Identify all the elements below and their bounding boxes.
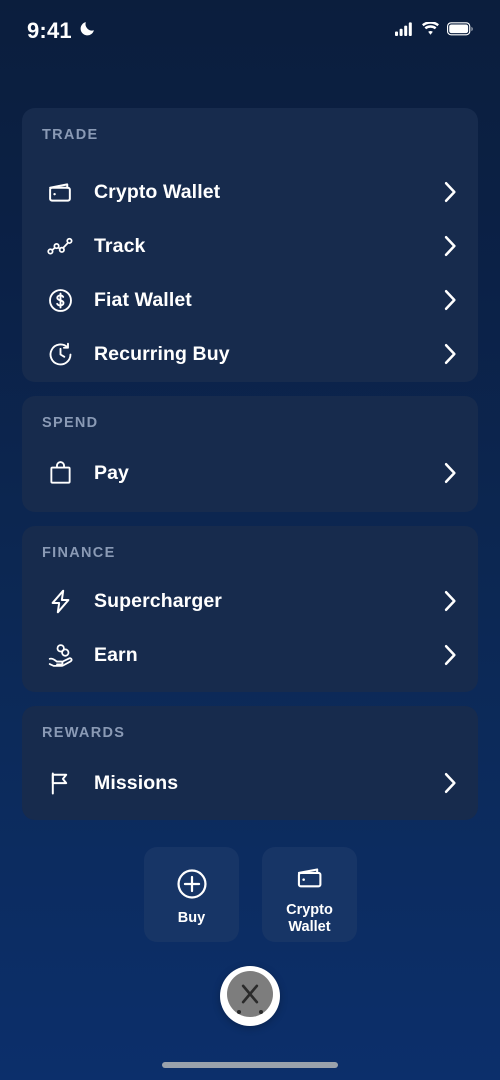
menu-item-label: Pay <box>94 461 129 484</box>
menu-item-earn[interactable]: Earn <box>22 628 478 682</box>
line-chart-dots-icon <box>44 230 76 262</box>
menu-item-crypto-wallet[interactable]: Crypto Wallet <box>22 165 478 219</box>
section-card-trade: TRADE Crypto Wallet Track Fiat Wallet Re… <box>22 108 478 382</box>
menu-item-label: Crypto Wallet <box>94 180 221 203</box>
status-bar-left: 9:41 <box>27 18 96 44</box>
status-bar: 9:41 <box>0 0 500 62</box>
menu-item-label: Fiat Wallet <box>94 288 192 311</box>
menu-item-fiat-wallet[interactable]: Fiat Wallet <box>22 273 478 327</box>
hand-coins-icon <box>44 639 76 671</box>
chevron-right-icon <box>440 343 460 365</box>
chevron-right-icon <box>440 590 460 612</box>
chevron-right-icon <box>440 181 460 203</box>
dollar-circle-icon <box>44 284 76 316</box>
clock-refresh-icon <box>44 338 76 370</box>
chevron-right-icon <box>440 289 460 311</box>
menu-item-track[interactable]: Track <box>22 219 478 273</box>
menu-item-label: Recurring Buy <box>94 342 230 365</box>
section-label-finance: FINANCE <box>42 545 116 561</box>
shopping-bag-icon <box>44 457 76 489</box>
home-indicator <box>162 1062 338 1068</box>
section-label-rewards: REWARDS <box>42 725 126 741</box>
section-label-spend: SPEND <box>42 415 99 431</box>
floating-close-button[interactable] <box>220 966 280 1026</box>
chevron-right-icon <box>440 644 460 666</box>
section-label-trade: TRADE <box>42 127 99 143</box>
wallet-icon <box>44 176 76 208</box>
battery-full-icon <box>447 21 474 41</box>
menu-item-supercharger[interactable]: Supercharger <box>22 574 478 628</box>
menu-item-label: Track <box>94 234 146 257</box>
app-screen: 9:41 TRADE Crypto Wallet Track Fiat Wall… <box>0 0 500 1080</box>
quick-action-buy[interactable]: Buy <box>144 847 239 942</box>
quick-action-label: Buy <box>177 910 206 927</box>
menu-item-label: Supercharger <box>94 589 222 612</box>
section-card-rewards: REWARDS Missions <box>22 706 478 820</box>
cellular-bars-icon <box>395 21 414 41</box>
lightning-bolt-icon <box>44 585 76 617</box>
menu-item-pay[interactable]: Pay <box>22 446 478 500</box>
status-bar-time: 9:41 <box>27 18 72 43</box>
menu-item-recurring-buy[interactable]: Recurring Buy <box>22 327 478 381</box>
quick-action-label-line2: Wallet <box>288 919 331 935</box>
status-bar-right <box>395 20 474 41</box>
wifi-icon <box>421 20 440 41</box>
wallet-icon <box>295 853 325 893</box>
fab-dots <box>220 1010 280 1014</box>
flag-icon <box>44 767 76 799</box>
chevron-right-icon <box>440 462 460 484</box>
section-card-spend: SPEND Pay <box>22 396 478 512</box>
crescent-moon-icon <box>79 20 96 42</box>
menu-item-missions[interactable]: Missions <box>22 756 478 810</box>
chevron-right-icon <box>440 235 460 257</box>
chevron-right-icon <box>440 772 460 794</box>
quick-action-label: Crypto Wallet <box>286 902 333 936</box>
menu-item-label: Missions <box>94 771 179 794</box>
menu-item-label: Earn <box>94 643 138 666</box>
plus-circle-icon <box>175 861 209 901</box>
quick-action-label-line1: Crypto <box>286 901 333 918</box>
quick-action-crypto-wallet[interactable]: Crypto Wallet <box>262 847 357 942</box>
section-card-finance: FINANCE Supercharger Earn <box>22 526 478 692</box>
